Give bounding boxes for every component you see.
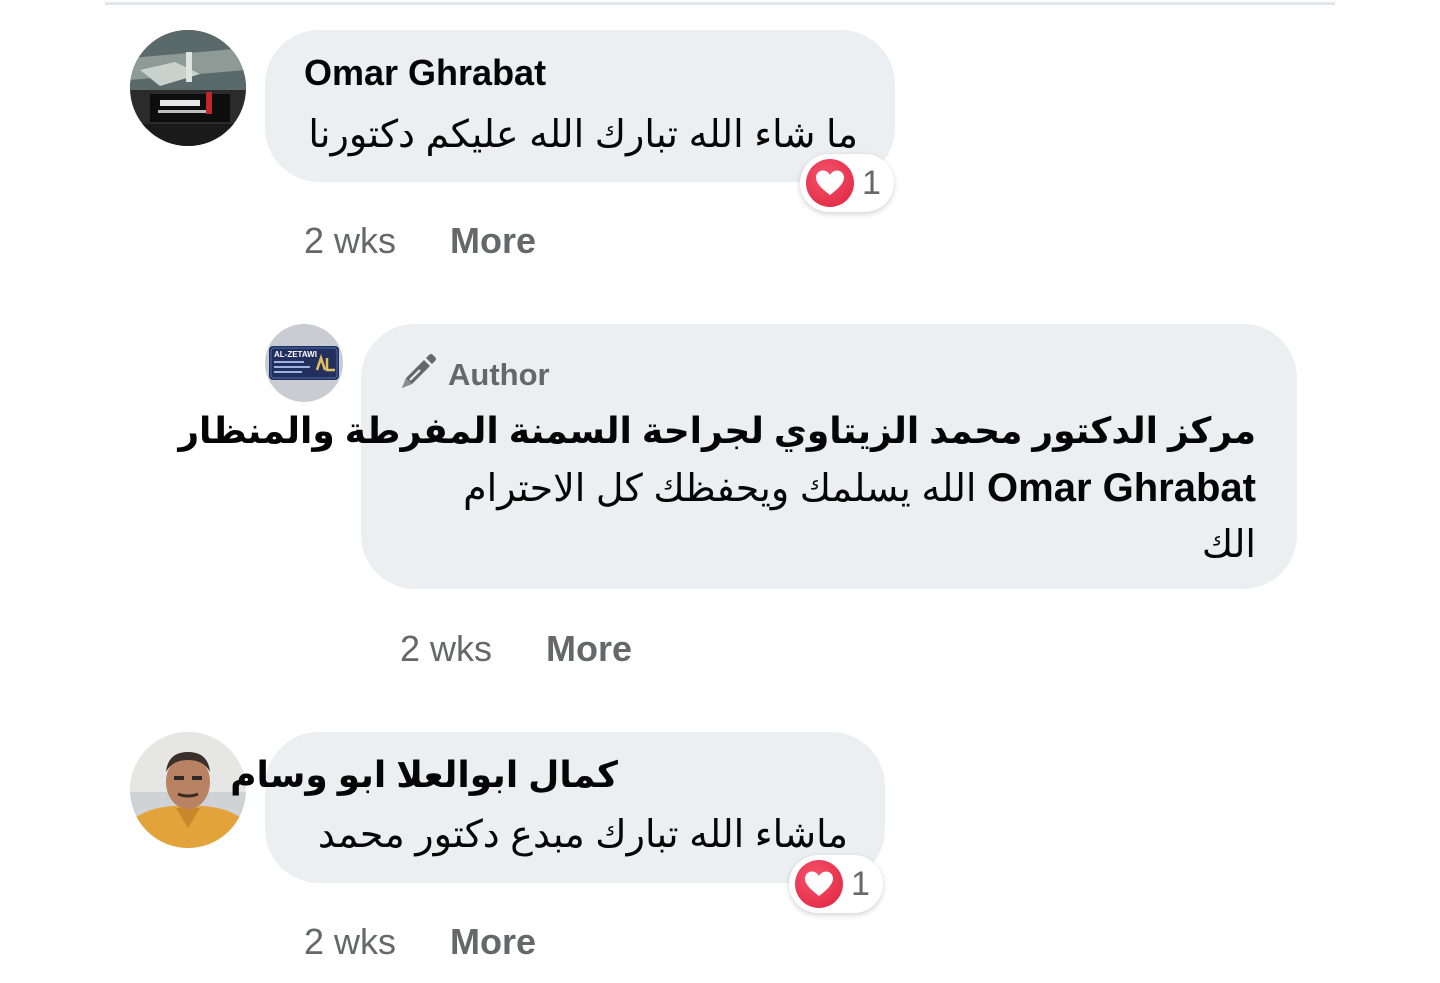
heart-icon — [806, 159, 854, 207]
comment-author-name[interactable]: Omar Ghrabat — [304, 52, 546, 94]
comment-timestamp[interactable]: 2 wks — [304, 921, 396, 962]
reaction-summary[interactable]: 1 — [800, 154, 894, 212]
comment-meta: 2 wks More — [304, 220, 536, 262]
comment-timestamp[interactable]: 2 wks — [304, 220, 396, 261]
author-badge: Author — [398, 352, 550, 397]
page-logo-avatar — [130, 30, 246, 146]
divider — [105, 2, 1335, 5]
mention-link[interactable]: Omar Ghrabat — [987, 466, 1256, 510]
reply-text-tail: الك — [1201, 524, 1256, 566]
user-photo-avatar — [130, 732, 246, 848]
pencil-icon — [398, 352, 438, 397]
more-button[interactable]: More — [450, 220, 536, 261]
commenter-avatar[interactable] — [130, 732, 246, 848]
avatar-logo-text: AL-ZETAWI — [274, 350, 317, 359]
reply-meta: 2 wks More — [400, 628, 632, 670]
author-avatar[interactable]: AL-ZETAWI — [265, 324, 343, 402]
reaction-count: 1 — [862, 163, 881, 202]
heart-icon — [795, 860, 843, 908]
author-badge-label: Author — [448, 356, 550, 392]
reaction-count: 1 — [851, 864, 870, 903]
comment-text: ما شاء الله تبارك الله عليكم دكتورنا — [308, 114, 858, 156]
al-zetawi-logo: AL-ZETAWI — [265, 324, 343, 402]
comment-meta: 2 wks More — [304, 921, 536, 963]
comment-author-name[interactable]: كمال ابوالعلا ابو وسام — [230, 754, 618, 796]
commenter-avatar[interactable] — [130, 30, 246, 146]
more-button[interactable]: More — [450, 921, 536, 962]
reply-author-name[interactable]: مركز الدكتور محمد الزيتاوي لجراحة السمنة… — [178, 410, 1256, 452]
reply-text-body: الله يسلمك ويحفظك كل الاحترام — [463, 468, 977, 510]
reply-timestamp[interactable]: 2 wks — [400, 628, 492, 669]
reaction-summary[interactable]: 1 — [789, 855, 883, 913]
comment-text: ماشاء الله تبارك مبدع دكتور محمد — [317, 814, 848, 856]
reply-text: Omar Ghrabat الله يسلمك ويحفظك كل الاحتر… — [463, 466, 1256, 511]
more-button[interactable]: More — [546, 628, 632, 669]
